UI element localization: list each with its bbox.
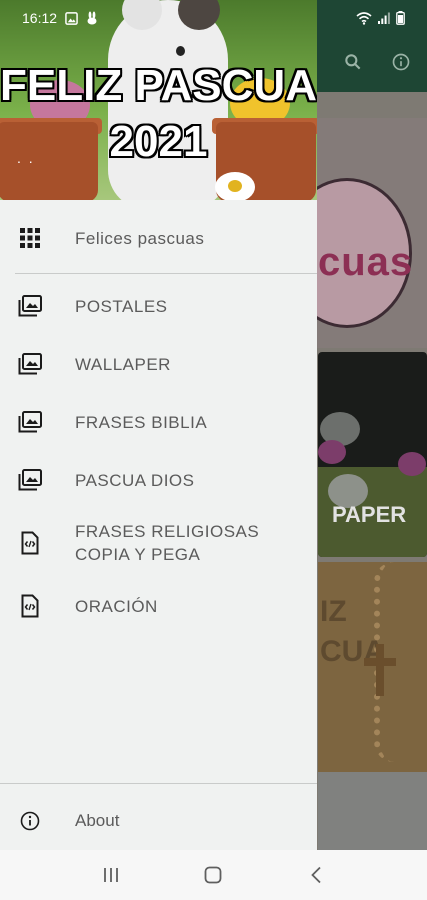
recents-button[interactable] bbox=[91, 855, 131, 895]
header-title: FELIZ PASCUA 2021 bbox=[0, 58, 317, 170]
menu-item-postales[interactable]: POSTALES bbox=[0, 277, 317, 335]
menu-item-label: WALLAPER bbox=[75, 354, 171, 374]
code-file-icon bbox=[17, 593, 43, 619]
image-gallery-icon bbox=[17, 409, 43, 435]
bunny-notification-icon bbox=[87, 11, 97, 25]
home-button[interactable] bbox=[193, 855, 233, 895]
search-icon[interactable] bbox=[343, 52, 363, 72]
menu-item-frases-religiosas[interactable]: FRASES RELIGIOSAS COPIA Y PEGA bbox=[0, 509, 317, 577]
status-time: 16:12 bbox=[22, 10, 58, 26]
egg-tile-text: cuas bbox=[318, 240, 414, 284]
back-icon bbox=[311, 866, 321, 884]
status-bar: 16:12 bbox=[0, 0, 427, 36]
home-icon bbox=[205, 866, 222, 884]
battery-icon bbox=[396, 11, 405, 25]
signal-icon bbox=[378, 12, 390, 24]
menu-item-label: FRASES BIBLIA bbox=[75, 412, 208, 432]
system-navigation-bar bbox=[0, 850, 427, 900]
header-title-line1: FELIZ PASCUA bbox=[0, 61, 317, 110]
menu-item-label: POSTALES bbox=[75, 296, 168, 316]
oracion-tile-line1: IZ bbox=[320, 595, 347, 628]
drawer-menu: Felices pascuas POSTALES WALLAPER FRASES… bbox=[0, 209, 317, 635]
menu-item-label: Felices pascuas bbox=[75, 228, 205, 248]
grid-icon bbox=[17, 225, 43, 251]
menu-item-frases-biblia[interactable]: FRASES BIBLIA bbox=[0, 393, 317, 451]
wallpaper-tile-text: PAPER bbox=[332, 502, 407, 527]
menu-item-felices-pascuas[interactable]: Felices pascuas bbox=[0, 209, 317, 267]
menu-item-label: ORACIÓN bbox=[75, 596, 158, 616]
menu-divider bbox=[15, 273, 317, 274]
back-button[interactable] bbox=[296, 855, 336, 895]
about-label: About bbox=[75, 811, 120, 830]
menu-item-about[interactable]: About bbox=[0, 792, 317, 850]
menu-item-label-line1: FRASES RELIGIOSAS bbox=[75, 522, 260, 541]
wallpaper-tile[interactable]: PAPER bbox=[318, 352, 427, 557]
menu-item-label: FRASES RELIGIOSAS COPIA Y PEGA bbox=[75, 520, 259, 566]
footer-divider bbox=[0, 783, 317, 784]
image-gallery-icon bbox=[17, 467, 43, 493]
navigation-drawer: FELIZ PASCUA 2021 . . Felices pascuas PO… bbox=[0, 0, 317, 858]
info-icon[interactable] bbox=[391, 52, 411, 72]
gallery-notification-icon bbox=[65, 11, 78, 25]
bottom-tile bbox=[318, 772, 427, 850]
image-gallery-icon bbox=[17, 293, 43, 319]
menu-item-wallaper[interactable]: WALLAPER bbox=[0, 335, 317, 393]
cross-icon bbox=[364, 644, 396, 696]
header-title-line2: 2021 bbox=[109, 117, 208, 166]
image-gallery-icon bbox=[17, 351, 43, 377]
menu-item-pascua-dios[interactable]: PASCUA DIOS bbox=[0, 451, 317, 509]
flower-image bbox=[398, 452, 426, 476]
menu-item-oracion[interactable]: ORACIÓN bbox=[0, 577, 317, 635]
code-file-icon bbox=[17, 530, 43, 556]
wifi-icon bbox=[356, 12, 372, 25]
info-icon bbox=[17, 808, 43, 834]
recents-icon bbox=[104, 868, 119, 882]
menu-item-label-line2: COPIA Y PEGA bbox=[75, 545, 201, 564]
flower-image bbox=[318, 440, 346, 464]
menu-item-label: PASCUA DIOS bbox=[75, 470, 195, 490]
header-dots: . . bbox=[17, 150, 35, 166]
